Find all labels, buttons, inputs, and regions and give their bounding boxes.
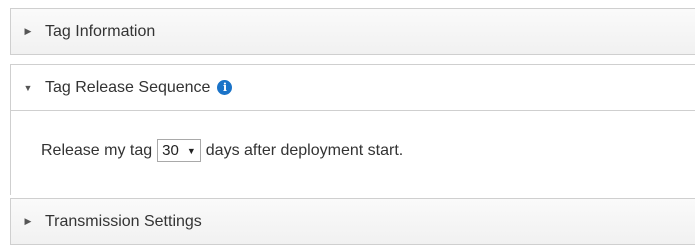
- release-days-select[interactable]: 30 ▼: [157, 139, 201, 162]
- section-title: Transmission Settings: [45, 212, 202, 230]
- section-header-transmission-settings[interactable]: ▶ Transmission Settings: [10, 198, 695, 245]
- section-header-tag-release-sequence[interactable]: ▼ Tag Release Sequence i: [10, 64, 695, 111]
- section-title: Tag Release Sequence: [45, 78, 211, 96]
- section-header-tag-information[interactable]: ▶ Tag Information: [10, 8, 695, 55]
- section-body-tag-release-sequence: Release my tag 30 ▼ days after deploymen…: [10, 111, 695, 195]
- release-sentence: Release my tag 30 ▼ days after deploymen…: [41, 139, 403, 162]
- release-suffix-text: days after deployment start.: [205, 141, 404, 159]
- release-prefix-text: Release my tag: [41, 141, 153, 159]
- caret-right-icon: ▶: [24, 216, 32, 226]
- caret-down-icon: ▼: [23, 82, 33, 93]
- chevron-down-icon: ▼: [186, 145, 196, 156]
- info-circle-icon[interactable]: i: [217, 80, 233, 95]
- caret-right-icon: ▶: [24, 26, 32, 36]
- section-title: Tag Information: [45, 22, 156, 40]
- release-days-value: 30: [162, 142, 179, 159]
